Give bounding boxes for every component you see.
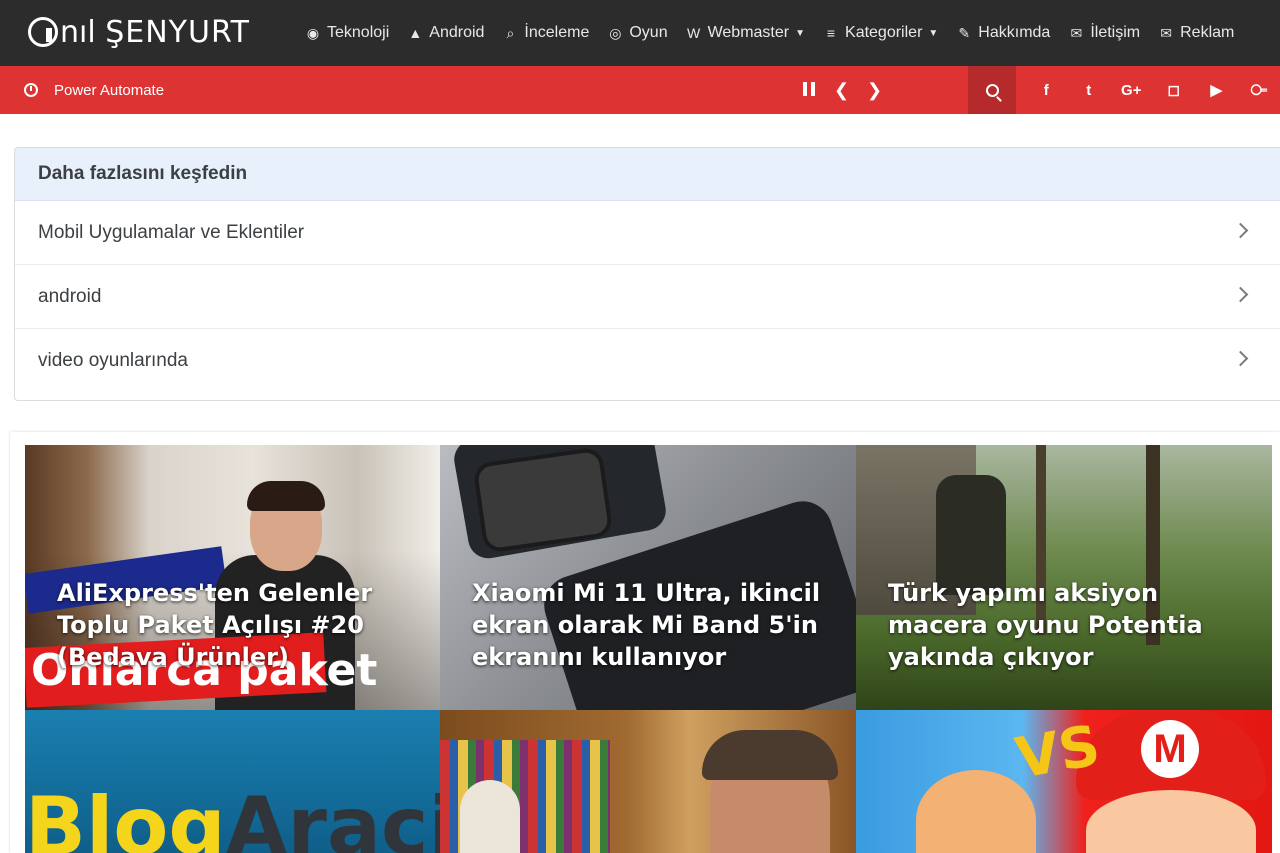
thumbnail-shape <box>472 446 614 554</box>
nav-item-label: Oyun <box>629 24 668 41</box>
caret-down-icon: ▼ <box>928 27 939 39</box>
instagram-icon[interactable]: ◻ <box>1153 81 1196 99</box>
rss-icon[interactable]: ⧃ <box>1238 82 1280 99</box>
vine-icon: W <box>686 25 701 41</box>
ticker-controls: ❮ ❯ <box>792 66 891 114</box>
nav-item-inceleme[interactable]: ⌕ İnceleme <box>493 0 598 66</box>
compass-icon: ◉ <box>306 24 320 41</box>
thumbnail-text-a: Blog <box>25 780 226 853</box>
twitter-icon[interactable]: t <box>1068 82 1111 99</box>
discover-item[interactable]: Mobil Uygulamalar ve Eklentiler <box>15 201 1280 265</box>
search-icon <box>985 83 999 97</box>
nav-item-label: İnceleme <box>524 24 590 41</box>
google-plus-icon[interactable]: G+ <box>1110 82 1153 99</box>
discover-item[interactable]: video oyunlarında <box>15 329 1280 393</box>
nav-item-label: Android <box>429 24 485 41</box>
top-navbar: nıl ŞENYURT ◉ Teknoloji ▲ Android ⌕ İncelem… <box>0 0 1280 66</box>
nav-item-label: Hakkımda <box>978 24 1051 41</box>
social-links: f t G+ ◻ ▶ ⧃ <box>1025 66 1280 114</box>
ticker-item[interactable]: Power Automate <box>24 66 164 114</box>
discover-item[interactable]: android <box>15 265 1280 329</box>
nav-item-oyun[interactable]: ◎ Oyun <box>598 0 676 66</box>
thumbnail-shape <box>460 780 520 853</box>
next-button[interactable]: ❯ <box>858 80 891 101</box>
nav-item-android[interactable]: ▲ Android <box>398 0 493 66</box>
thumbnail-shape <box>702 730 838 780</box>
thumbnail-shape <box>247 481 325 511</box>
envelope-icon: ✉ <box>1070 24 1083 41</box>
nav-item-teknoloji[interactable]: ◉ Teknoloji <box>296 0 398 66</box>
chevron-left-icon: ❮ <box>833 79 850 100</box>
envelope-icon: ✉ <box>1160 24 1172 41</box>
nav-item-label: Reklam <box>1180 24 1235 41</box>
article-title[interactable]: Xiaomi Mi 11 Ultra, ikincil ekran olarak… <box>472 577 822 673</box>
discover-item-label: Mobil Uygulamalar ve Eklentiler <box>38 221 305 243</box>
thumbnail-text-b: Araci <box>225 780 440 853</box>
search-icon: ⌕ <box>506 24 515 41</box>
bars-icon: ≡ <box>826 25 836 41</box>
chevron-right-icon <box>1232 222 1249 239</box>
pause-button[interactable] <box>792 80 825 101</box>
main-menu: ◉ Teknoloji ▲ Android ⌕ İnceleme ◎ Oyun W Web… <box>296 0 1243 66</box>
nav-item-kategoriler[interactable]: ≡ Kategoriler ▼ <box>814 0 947 66</box>
pause-icon <box>802 81 815 96</box>
clock-icon <box>24 83 38 97</box>
article-tile[interactable]: BlogAraci <box>25 710 440 853</box>
search-button[interactable] <box>968 66 1016 114</box>
article-title[interactable]: AliExpress'ten Gelenler Toplu Paket Açıl… <box>57 577 406 673</box>
edit-icon: ✎ <box>958 24 971 41</box>
discover-heading: Daha fazlasını keşfedin <box>15 148 1280 201</box>
prev-button[interactable]: ❮ <box>825 80 858 101</box>
discover-more-panel: Daha fazlasını keşfedin Mobil Uygulamala… <box>14 147 1280 401</box>
gamepad-icon: ◎ <box>609 24 622 41</box>
nav-item-iletisim[interactable]: ✉ İletişim <box>1059 0 1149 66</box>
discover-item-label: video oyunlarında <box>38 350 188 371</box>
android-icon: ▲ <box>408 25 423 41</box>
discover-item-label: android <box>38 285 102 307</box>
nav-item-reklam[interactable]: ✉ Reklam <box>1149 0 1243 66</box>
logo-thin-text: nıl <box>60 14 96 50</box>
caret-down-icon: ▼ <box>795 27 806 39</box>
thumbnail-shape: M <box>1141 720 1199 778</box>
article-tile[interactable] <box>440 710 856 853</box>
article-tile[interactable]: Onlarca paket AliExpress'ten Gelenler To… <box>25 445 440 710</box>
nav-item-webmaster[interactable]: W Webmaster ▼ <box>677 0 814 66</box>
site-logo[interactable]: nıl ŞENYURT <box>28 14 250 50</box>
ticker-text: Power Automate <box>54 81 165 99</box>
article-tile[interactable]: M VS <box>856 710 1272 853</box>
chevron-right-icon <box>1232 350 1249 367</box>
chevron-right-icon: ❯ <box>866 79 883 100</box>
thumbnail-shape <box>916 770 1036 853</box>
nav-item-label: Webmaster <box>707 24 790 41</box>
nav-item-hakkimda[interactable]: ✎ Hakkımda <box>947 0 1059 66</box>
nav-item-label: İletişim <box>1090 24 1141 41</box>
logo-a-mark <box>28 17 58 47</box>
nav-item-label: Kategoriler <box>845 24 923 41</box>
news-ticker-bar: Power Automate ❮ ❯ f t G+ ◻ ▶ ⧃ <box>0 66 1280 114</box>
article-title[interactable]: Türk yapımı aksiyon macera oyunu Potenti… <box>888 577 1238 673</box>
chevron-right-icon <box>1232 286 1249 303</box>
article-tile[interactable]: Xiaomi Mi 11 Ultra, ikincil ekran olarak… <box>440 445 856 710</box>
article-tile[interactable]: Türk yapımı aksiyon macera oyunu Potenti… <box>856 445 1272 710</box>
facebook-icon[interactable]: f <box>1025 82 1068 99</box>
youtube-icon[interactable]: ▶ <box>1195 81 1238 99</box>
thumbnail-text: BlogAraci <box>25 780 440 853</box>
nav-item-label: Teknoloji <box>327 24 390 41</box>
logo-bold-text: ŞENYURT <box>105 14 250 50</box>
